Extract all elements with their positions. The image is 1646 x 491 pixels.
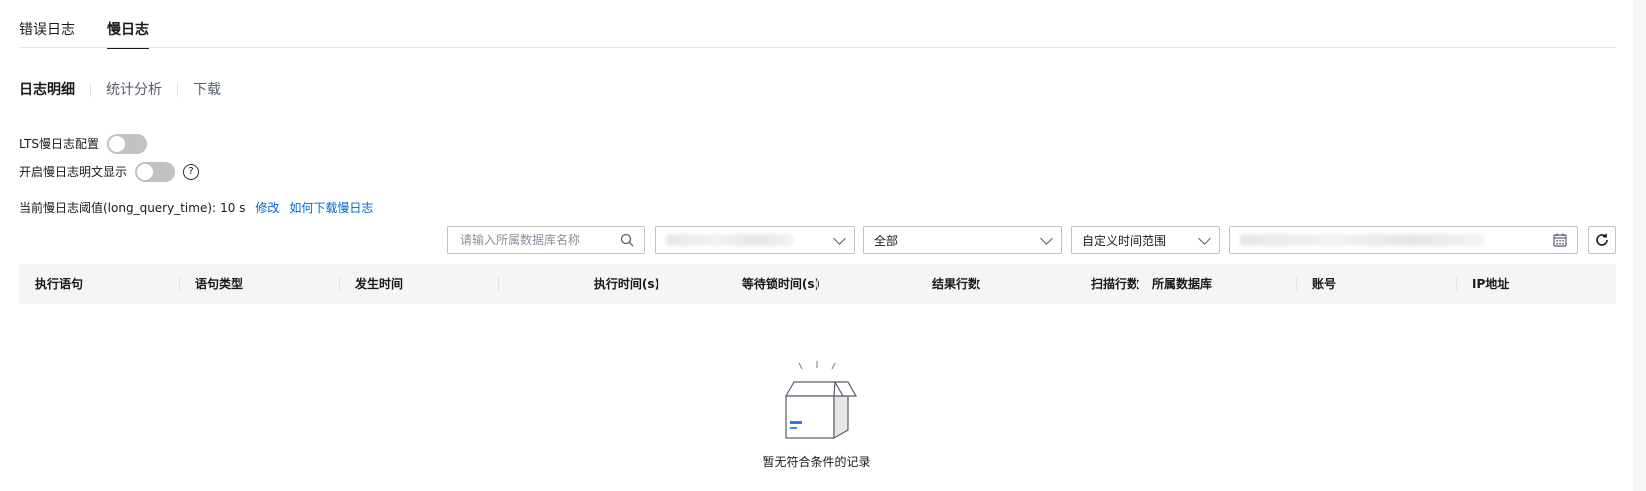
column-header-statement[interactable]: 执行语句 — [35, 264, 83, 304]
column-header-lock-wait-time[interactable]: 等待锁时间(s) — [658, 264, 820, 304]
tab-slow-log[interactable]: 慢日志 — [107, 20, 149, 49]
download-guide-link[interactable]: 如何下载慢日志 — [289, 199, 373, 217]
column-divider[interactable] — [339, 277, 340, 291]
instance-select[interactable] — [655, 226, 855, 254]
threshold-label: 当前慢日志阈值(long_query_time): — [19, 201, 217, 215]
db-search-input[interactable] — [458, 232, 620, 248]
column-header-scanned-rows[interactable]: 扫描行数 — [976, 264, 1139, 304]
switch-knob — [137, 164, 154, 180]
lts-config-switch[interactable] — [106, 134, 147, 154]
plaintext-label: 开启慢日志明文显示 — [19, 165, 128, 179]
column-divider[interactable] — [1296, 277, 1297, 291]
tab-error-log[interactable]: 错误日志 — [19, 20, 75, 48]
subnav-divider — [90, 83, 91, 97]
lts-config-label: LTS慢日志配置 — [19, 137, 99, 151]
subnav-download[interactable]: 下载 — [193, 80, 221, 100]
subnav-divider — [177, 83, 178, 97]
log-type-tabs: 错误日志 慢日志 — [19, 20, 149, 49]
threshold-value: 10 s — [220, 201, 246, 215]
column-header-statement-type[interactable]: 语句类型 — [195, 264, 243, 304]
db-search-field[interactable] — [447, 226, 645, 254]
vertical-scrollbar[interactable] — [1633, 0, 1646, 491]
statement-type-select[interactable]: 全部 — [863, 226, 1062, 254]
chevron-down-icon — [1040, 231, 1053, 245]
date-range-picker[interactable] — [1229, 226, 1578, 254]
empty-box-icon — [784, 361, 858, 440]
chevron-down-icon — [1198, 231, 1211, 245]
time-range-value: 自定义时间范围 — [1082, 233, 1167, 248]
search-icon[interactable] — [620, 233, 634, 247]
chevron-down-icon — [833, 231, 846, 245]
empty-state-text: 暂无符合条件的记录 — [762, 455, 871, 469]
column-header-result-rows[interactable]: 结果行数 — [817, 264, 980, 304]
column-divider[interactable] — [1136, 277, 1137, 291]
redacted-value — [1240, 234, 1485, 246]
subnav-log-details[interactable]: 日志明细 — [19, 80, 75, 100]
plaintext-row: 开启慢日志明文显示 ? — [19, 162, 200, 182]
threshold-row: 当前慢日志阈值(long_query_time): 10 s 修改 如何下载慢日… — [19, 199, 373, 217]
column-header-occurred-time[interactable]: 发生时间 — [355, 264, 403, 304]
table-header: 执行语句 语句类型 发生时间 执行时间(s) 等待锁时间(s) 结果行数 扫描行… — [19, 264, 1616, 304]
refresh-icon — [1596, 233, 1608, 246]
column-divider[interactable] — [1456, 277, 1457, 291]
slow-log-subnav: 日志明细 统计分析 下载 — [19, 80, 221, 100]
statement-type-value: 全部 — [874, 233, 899, 248]
help-icon[interactable]: ? — [183, 164, 200, 180]
tabs-divider — [19, 47, 1616, 48]
refresh-button[interactable] — [1588, 226, 1616, 254]
calendar-icon[interactable] — [1553, 233, 1567, 247]
time-range-select[interactable]: 自定义时间范围 — [1071, 226, 1220, 254]
modify-threshold-link[interactable]: 修改 — [255, 199, 279, 217]
column-divider[interactable] — [179, 277, 180, 291]
lts-config-row: LTS慢日志配置 — [19, 134, 147, 154]
column-header-ip-address[interactable]: IP地址 — [1472, 264, 1509, 304]
column-header-account[interactable]: 账号 — [1312, 264, 1336, 304]
column-header-exec-time[interactable]: 执行时间(s) — [498, 264, 660, 304]
subnav-statistics[interactable]: 统计分析 — [106, 80, 162, 100]
redacted-value — [666, 234, 794, 246]
switch-knob — [108, 136, 125, 152]
plaintext-switch[interactable] — [135, 162, 176, 182]
column-header-database[interactable]: 所属数据库 — [1152, 264, 1212, 304]
